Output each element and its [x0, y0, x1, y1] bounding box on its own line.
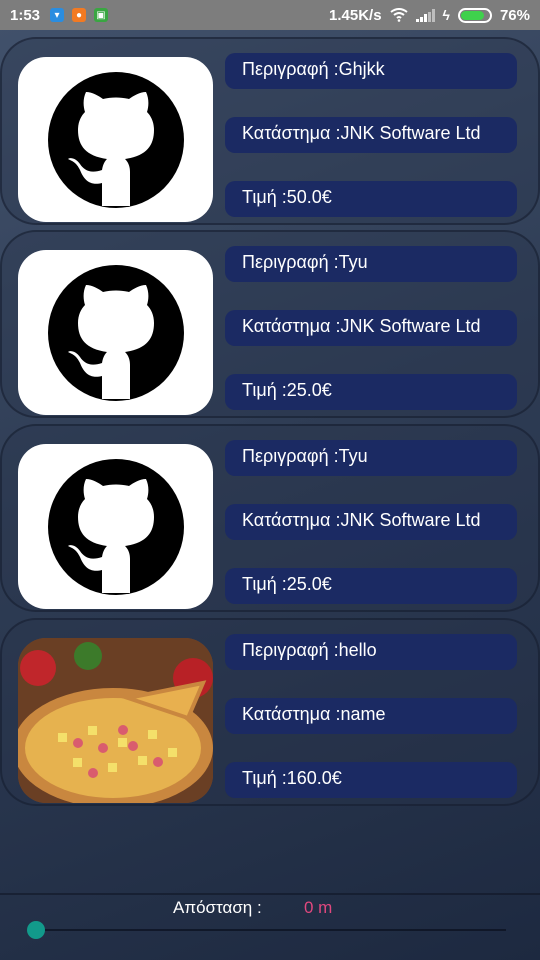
description-text: Περιγραφή :Ghjkk — [242, 59, 385, 79]
distance-slider-thumb[interactable] — [27, 921, 45, 939]
description-text: Περιγραφή :Tyu — [242, 252, 368, 272]
description-field: Περιγραφή :Tyu — [225, 440, 517, 476]
product-image — [18, 250, 213, 415]
wifi-icon — [389, 8, 408, 22]
pizza-photo-icon — [18, 638, 213, 803]
battery-percent: 76% — [499, 6, 530, 24]
product-image — [18, 444, 213, 609]
footer-divider — [0, 893, 540, 895]
distance-slider[interactable] — [36, 929, 506, 931]
green-app-icon: ▣ — [94, 8, 109, 22]
price-text: Τιμή :25.0€ — [242, 574, 332, 594]
product-card[interactable]: Περιγραφή :hello Κατάστημα :name Τιμή :1… — [0, 618, 540, 806]
network-speed: 1.45K/s — [329, 6, 382, 24]
orange-app-icon: ● — [72, 8, 87, 22]
store-field: Κατάστημα :name — [225, 698, 517, 734]
product-image — [18, 57, 213, 222]
price-field: Τιμή :25.0€ — [225, 568, 517, 604]
product-image — [18, 638, 213, 803]
description-field: Περιγραφή :Ghjkk — [225, 53, 517, 89]
price-text: Τιμή :160.0€ — [242, 768, 342, 788]
price-field: Τιμή :160.0€ — [225, 762, 517, 798]
github-logo-icon — [47, 71, 184, 208]
status-time: 1:53 — [10, 6, 41, 24]
shield-app-icon: ▾ — [50, 8, 65, 22]
signal-icon — [415, 8, 435, 22]
product-card[interactable]: Περιγραφή :Ghjkk Κατάστημα :JNK Software… — [0, 37, 540, 225]
battery-icon — [457, 7, 492, 23]
github-logo-icon — [47, 458, 184, 595]
charging-icon: ϟ — [442, 7, 450, 23]
distance-label: Απόσταση : — [173, 898, 262, 917]
price-text: Τιμή :50.0€ — [242, 187, 332, 207]
description-field: Περιγραφή :hello — [225, 634, 517, 670]
description-text: Περιγραφή :Tyu — [242, 446, 368, 466]
store-field: Κατάστημα :JNK Software Ltd — [225, 504, 517, 540]
store-text: Κατάστημα :JNK Software Ltd — [242, 316, 481, 336]
status-bar: 1:53 ▾ ● ▣ 1.45K/s ϟ 76% — [0, 0, 540, 30]
product-card[interactable]: Περιγραφή :Tyu Κατάστημα :JNK Software L… — [0, 230, 540, 418]
price-field: Τιμή :50.0€ — [225, 181, 517, 217]
store-text: Κατάστημα :JNK Software Ltd — [242, 510, 481, 530]
store-text: Κατάστημα :name — [242, 704, 386, 724]
github-logo-icon — [47, 264, 184, 401]
product-card[interactable]: Περιγραφή :Tyu Κατάστημα :JNK Software L… — [0, 424, 540, 612]
description-field: Περιγραφή :Tyu — [225, 246, 517, 282]
store-field: Κατάστημα :JNK Software Ltd — [225, 117, 517, 153]
price-text: Τιμή :25.0€ — [242, 380, 332, 400]
store-text: Κατάστημα :JNK Software Ltd — [242, 123, 481, 143]
description-text: Περιγραφή :hello — [242, 640, 377, 660]
distance-value: 0 m — [304, 898, 333, 917]
price-field: Τιμή :25.0€ — [225, 374, 517, 410]
store-field: Κατάστημα :JNK Software Ltd — [225, 310, 517, 346]
